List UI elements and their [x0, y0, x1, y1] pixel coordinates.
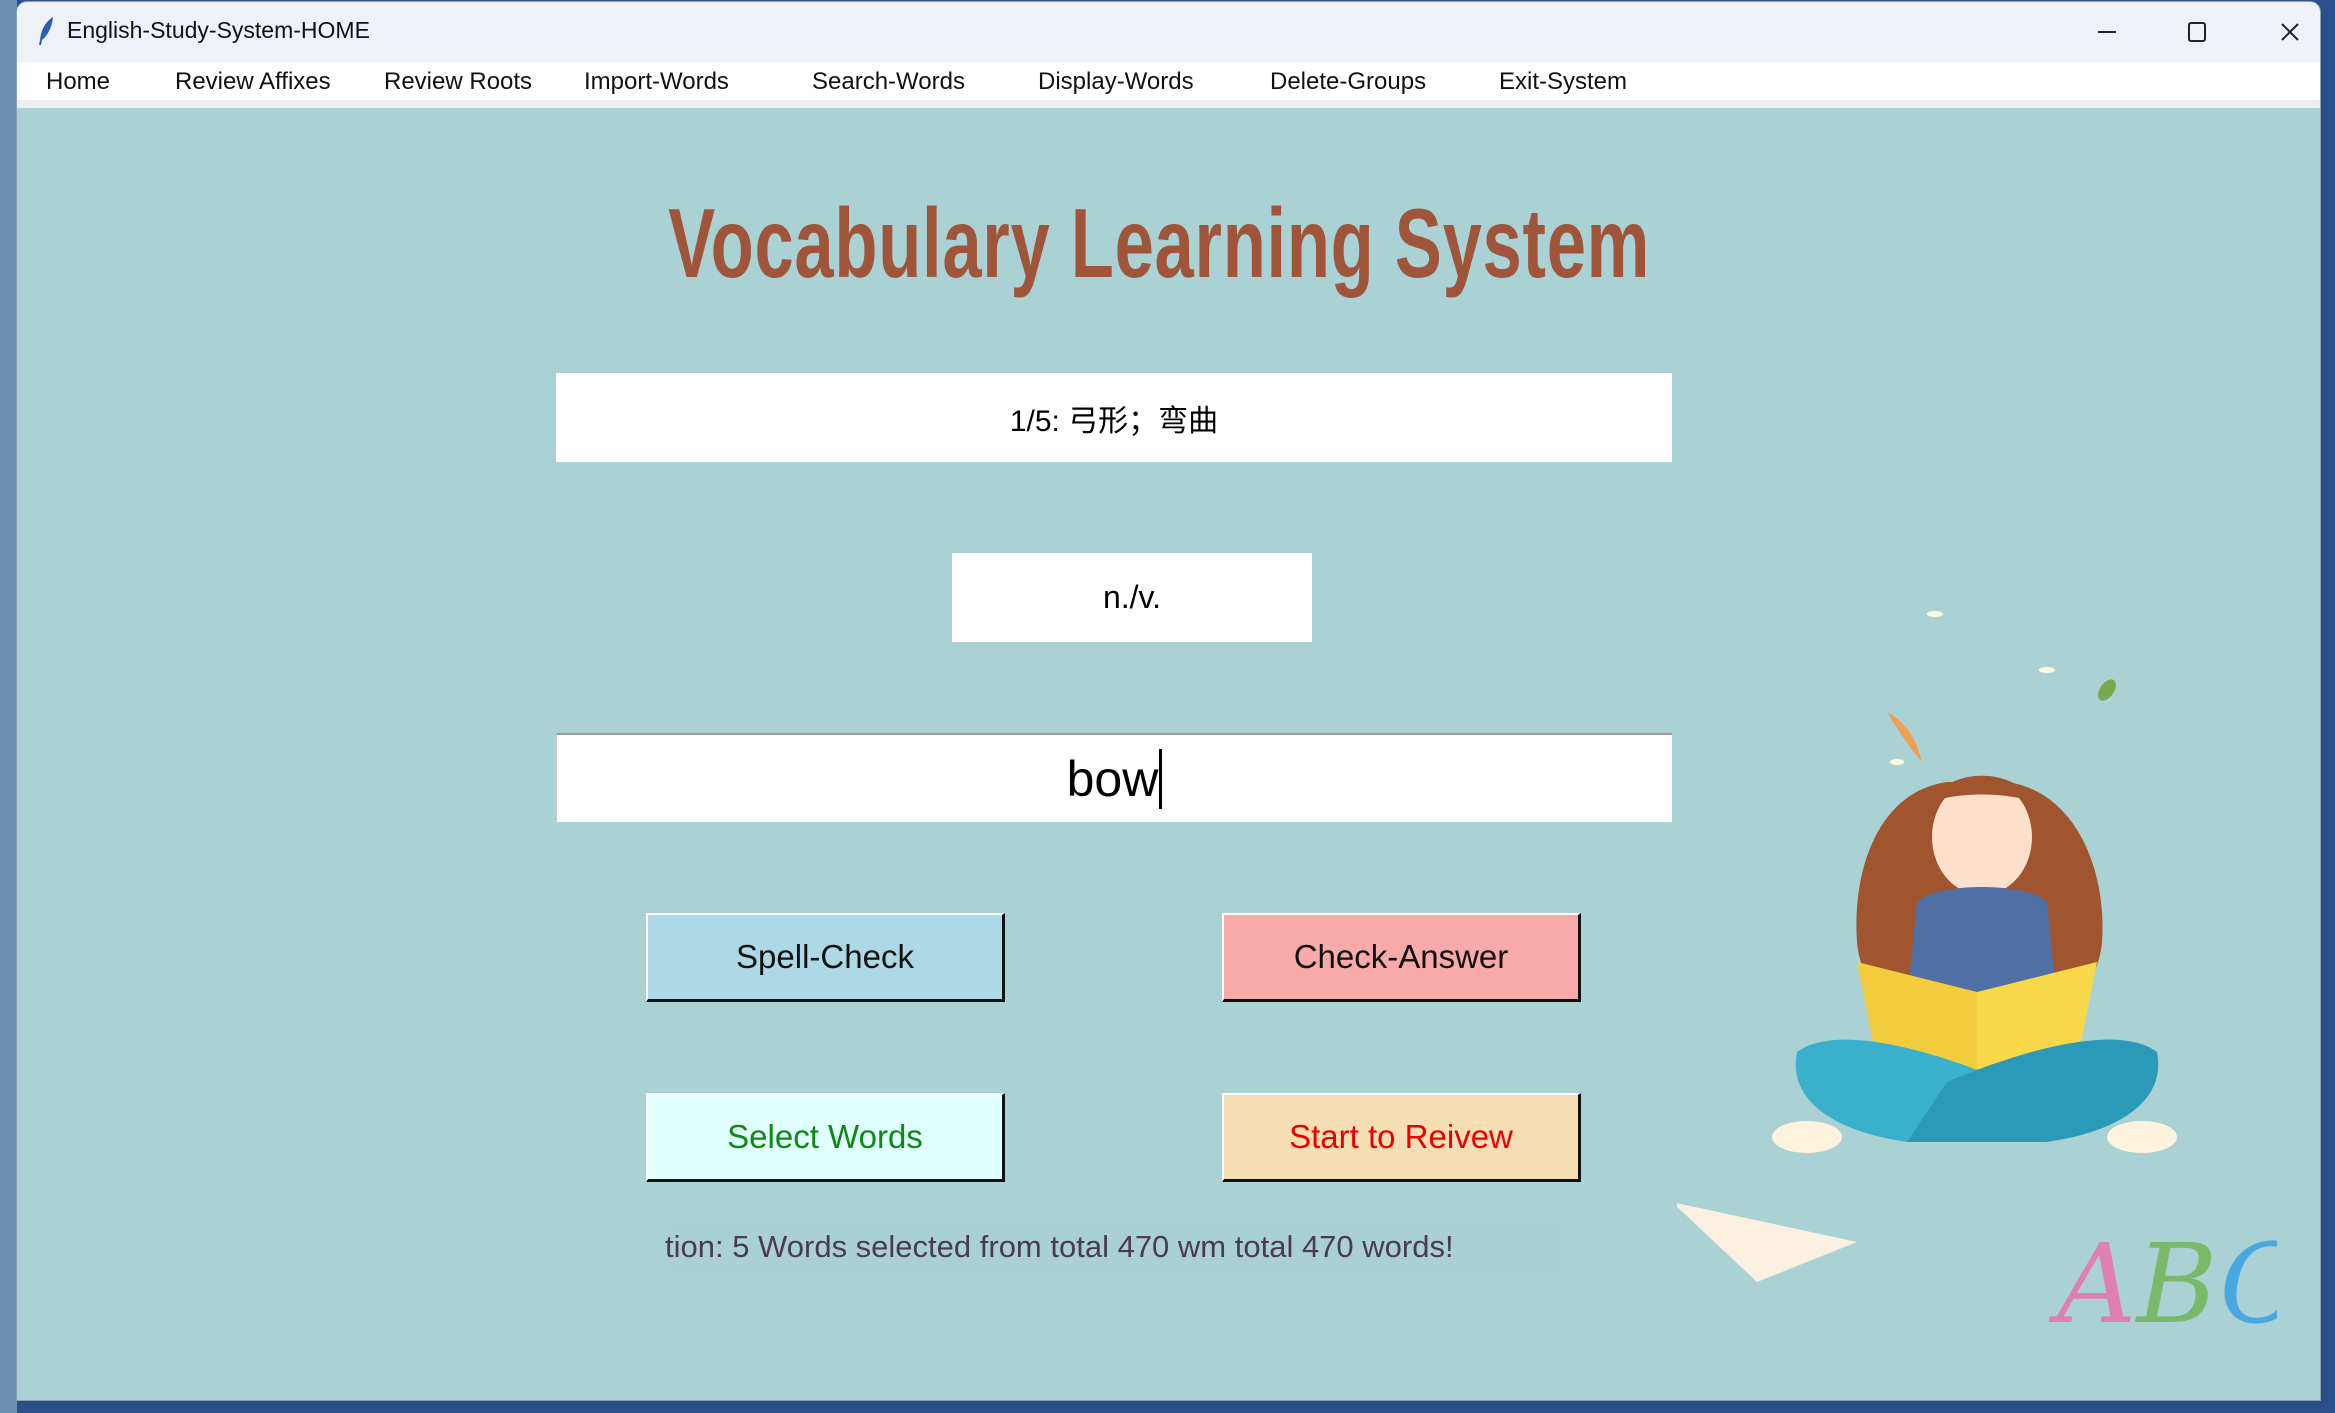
- answer-input[interactable]: bow: [556, 733, 1672, 822]
- sparkle-icon: [1890, 759, 1904, 765]
- window-title: English-Study-System-HOME: [67, 17, 370, 43]
- check-answer-button[interactable]: Check-Answer: [1222, 913, 1581, 1002]
- minimize-icon: [2098, 31, 2116, 33]
- reading-girl-illustration: ABC: [1677, 611, 2277, 1348]
- foot: [1772, 1121, 1842, 1153]
- feather-icon: [39, 17, 53, 45]
- title-bar: English-Study-System-HOME: [17, 2, 2320, 62]
- maximize-icon: [2188, 22, 2206, 42]
- select-words-button[interactable]: Select Words: [646, 1093, 1005, 1182]
- minimize-button[interactable]: [2062, 2, 2152, 62]
- spell-check-button[interactable]: Spell-Check: [646, 913, 1005, 1002]
- menu-review-affixes[interactable]: Review Affixes: [175, 68, 331, 96]
- foot: [2107, 1121, 2177, 1153]
- meaning-display: 1/5: 弓形；弯曲: [556, 373, 1672, 462]
- desktop-background: [0, 0, 17, 1413]
- answer-input-value: bow: [1066, 750, 1159, 807]
- menu-import-words[interactable]: Import-Words: [584, 68, 729, 96]
- page-title: Vocabulary Learning System: [668, 188, 1651, 298]
- leaf-icon: [2098, 679, 2116, 701]
- menu-bar: Home Review Affixes Review Roots Import-…: [17, 62, 2320, 100]
- leaf-icon: [1887, 712, 1922, 762]
- sparkle-icon: [1927, 611, 1943, 617]
- sparkle-icon: [2039, 667, 2055, 673]
- menu-review-roots[interactable]: Review Roots: [384, 68, 532, 96]
- menu-exit-system[interactable]: Exit-System: [1499, 68, 1627, 96]
- app-window: English-Study-System-HOME Home Review Af…: [17, 2, 2320, 1400]
- maximize-button[interactable]: [2152, 2, 2242, 62]
- close-button[interactable]: [2245, 2, 2320, 62]
- menu-separator: [17, 100, 2320, 108]
- status-message: tion: 5 Words selected from total 470 wm…: [665, 1220, 1563, 1274]
- paper-icon: [1677, 1203, 1857, 1282]
- part-of-speech-display: n./v.: [952, 553, 1312, 642]
- menu-delete-groups[interactable]: Delete-Groups: [1270, 68, 1426, 96]
- menu-display-words[interactable]: Display-Words: [1038, 68, 1194, 96]
- start-review-button[interactable]: Start to Reivew: [1222, 1093, 1581, 1182]
- abc-text: ABC: [2048, 1220, 2277, 1348]
- close-icon: [2281, 23, 2299, 41]
- menu-search-words[interactable]: Search-Words: [812, 68, 965, 96]
- menu-home[interactable]: Home: [46, 68, 110, 96]
- text-caret: [1159, 748, 1163, 809]
